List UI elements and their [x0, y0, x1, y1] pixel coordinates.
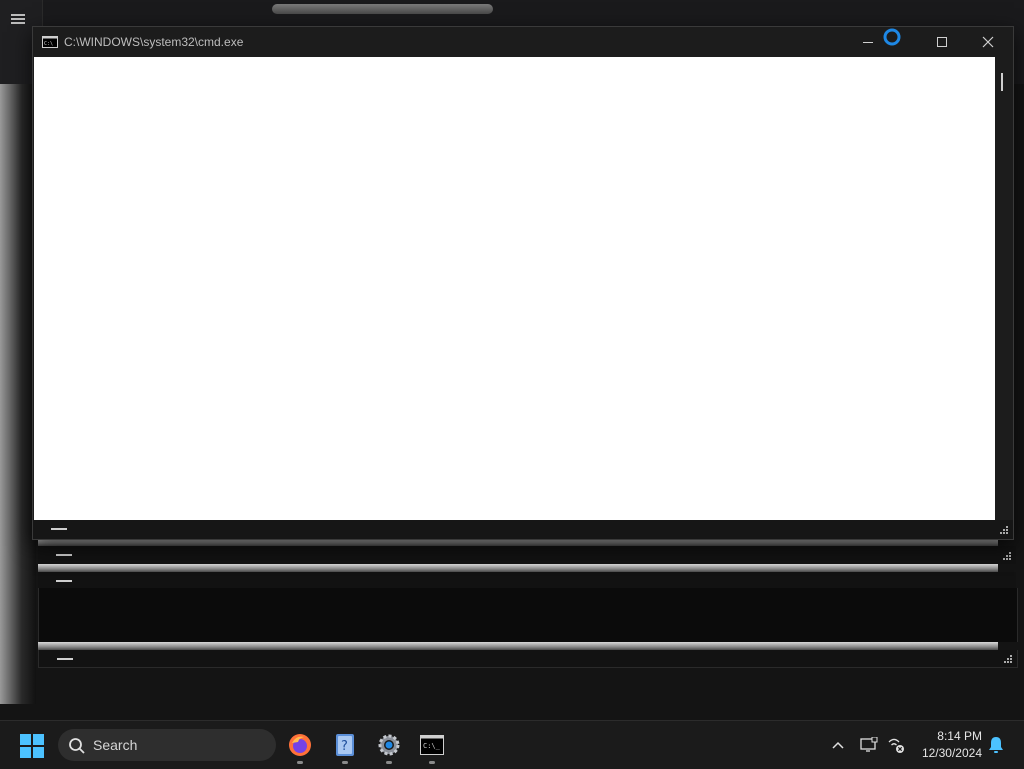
taskbar: Search ? C:\_ 8:14 PM 12/30/2024	[0, 720, 1024, 769]
taskbar-search[interactable]: Search	[58, 729, 276, 761]
notification-bell-icon	[989, 737, 1003, 753]
terminal-icon: C:\_	[420, 735, 444, 755]
close-icon	[982, 36, 994, 48]
minimize-dash-icon	[56, 580, 72, 582]
stacked-window-statusbar	[38, 572, 1016, 589]
window-edge-strip	[38, 642, 998, 650]
svg-text:C:\: C:\	[44, 41, 53, 47]
window-statusbar	[33, 520, 1013, 539]
minimize-dash-icon	[57, 658, 73, 660]
minimize-icon	[863, 42, 873, 43]
firefox-icon	[289, 734, 311, 756]
minimize-dash-icon	[51, 528, 67, 530]
window-titlebar[interactable]: C:\ C:\WINDOWS\system32\cmd.exe	[33, 27, 1013, 57]
taskbar-help[interactable]: ?	[329, 729, 361, 761]
app-running-indicator	[429, 761, 435, 764]
console-icon: C:\	[42, 36, 58, 48]
clock-date[interactable]: 12/30/2024	[910, 746, 982, 760]
app-running-indicator	[342, 761, 348, 764]
notification-button[interactable]	[984, 733, 1008, 757]
settings-icon	[378, 734, 400, 756]
show-hidden-icons-button[interactable]	[826, 733, 850, 757]
minimize-dash-icon	[56, 554, 72, 556]
help-icon: ?	[336, 734, 354, 756]
app-running-indicator	[297, 761, 303, 764]
tray-network[interactable]	[884, 733, 908, 757]
resize-grip-icon[interactable]	[1002, 551, 1012, 561]
console-output-area[interactable]	[34, 57, 995, 520]
tray-display[interactable]	[857, 733, 881, 757]
maximize-icon	[937, 37, 947, 47]
taskbar-settings[interactable]	[373, 729, 405, 761]
menu-icon[interactable]	[10, 12, 26, 26]
resize-grip-icon[interactable]	[999, 525, 1009, 535]
scrollbar-thumb[interactable]	[1001, 73, 1003, 91]
chevron-up-icon	[832, 741, 844, 749]
resize-grip-icon[interactable]	[1003, 654, 1013, 664]
maximize-button[interactable]	[919, 27, 965, 57]
window-edge-strip	[38, 564, 998, 572]
background-scroll-handle	[272, 4, 493, 14]
clock-time[interactable]: 8:14 PM	[918, 729, 982, 743]
cmd-window[interactable]: C:\ C:\WINDOWS\system32\cmd.exe	[32, 26, 1014, 540]
close-button[interactable]	[965, 27, 1011, 57]
minimize-button[interactable]	[845, 27, 891, 57]
app-running-indicator	[386, 761, 392, 764]
window-title: C:\WINDOWS\system32\cmd.exe	[64, 35, 244, 49]
stacked-window-statusbar	[38, 650, 1018, 668]
svg-text:C:\_: C:\_	[423, 742, 441, 750]
taskbar-firefox[interactable]	[284, 729, 316, 761]
windows-start-icon[interactable]	[20, 734, 44, 758]
search-icon	[69, 738, 85, 754]
search-label: Search	[93, 737, 138, 753]
display-icon	[860, 737, 878, 752]
svg-text:?: ?	[341, 739, 348, 754]
stacked-window-body	[38, 588, 1018, 642]
taskbar-terminal[interactable]: C:\_	[416, 729, 448, 761]
desktop-curve-decoration	[0, 84, 36, 704]
network-disconnected-icon	[888, 738, 904, 753]
vertical-scrollbar[interactable]	[995, 57, 1013, 520]
stacked-window-statusbar	[38, 546, 1016, 564]
